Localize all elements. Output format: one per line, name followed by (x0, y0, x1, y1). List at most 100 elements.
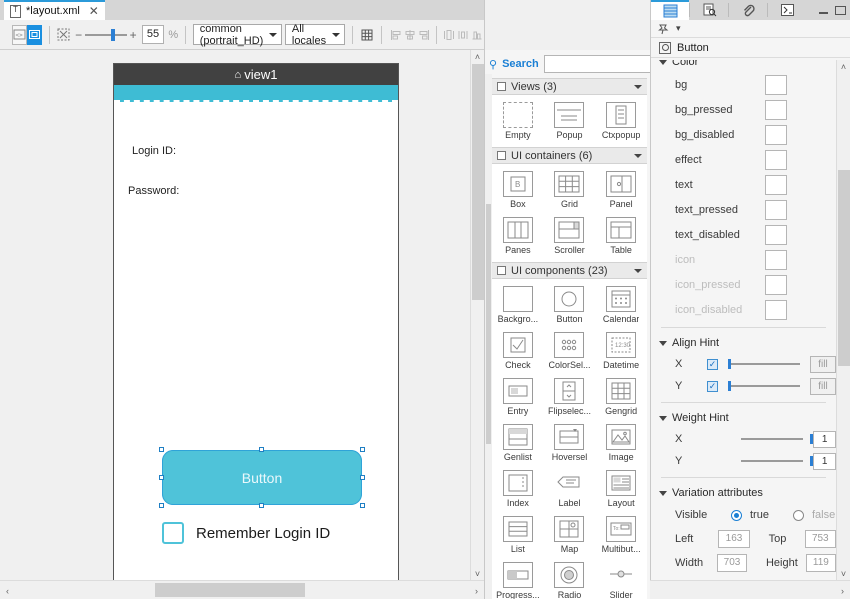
align-y-slider[interactable] (728, 385, 800, 387)
group-align-hint[interactable]: Align Hint (651, 333, 836, 353)
zoom-slider-knob[interactable] (111, 29, 115, 41)
design-view-button[interactable] (27, 25, 42, 45)
weight-x-slider[interactable] (741, 438, 803, 440)
width-input[interactable]: 703 (717, 554, 747, 572)
zoom-slider[interactable] (85, 34, 127, 36)
resize-handle-s[interactable] (259, 503, 264, 508)
palette-item-datetime[interactable]: 12:30 Datetime (595, 329, 647, 375)
resize-handle-nw[interactable] (159, 447, 164, 452)
palette-item-genlist[interactable]: Genlist (492, 421, 544, 467)
palette-item-progressbar[interactable]: Progress... (492, 559, 544, 599)
palette-section-ui-containers[interactable]: UI containers (6) (492, 147, 647, 164)
resize-handle-se[interactable] (360, 503, 365, 508)
visible-true-radio[interactable] (731, 510, 742, 521)
canvas-hscroll-thumb[interactable] (155, 583, 305, 597)
close-icon[interactable]: ✕ (89, 4, 99, 18)
properties-scroll-up-button[interactable]: ˄ (837, 60, 850, 73)
palette-item-gengrid[interactable]: Gengrid (595, 375, 647, 421)
palette-item-button[interactable]: Button (544, 283, 596, 329)
zoom-out-button[interactable]: − (75, 28, 82, 42)
properties-vscroll-thumb[interactable] (838, 170, 850, 366)
palette-item-layout[interactable]: Layout (595, 467, 647, 513)
left-input[interactable]: 163 (718, 530, 749, 548)
color-swatch-bg-pressed[interactable] (765, 100, 787, 120)
align-x-value[interactable]: fill (810, 356, 836, 373)
palette-item-radio[interactable]: Radio (544, 559, 596, 599)
group-weight-hint[interactable]: Weight Hint (651, 408, 836, 428)
profile-combo[interactable]: common (portrait_HD) (193, 24, 283, 45)
align-right-button[interactable] (417, 25, 431, 45)
group-color[interactable]: Color (651, 60, 836, 72)
align-x-slider[interactable] (728, 363, 800, 365)
palette-item-table[interactable]: Table (595, 214, 647, 260)
properties-horizontal-scrollbar[interactable]: › (650, 580, 850, 599)
editor-tab-layout-xml[interactable]: *layout.xml ✕ (4, 0, 105, 20)
palette-section-views[interactable]: Views (3) (492, 78, 647, 95)
tab-outline[interactable] (690, 0, 728, 20)
scroll-down-button[interactable]: ˅ (471, 567, 484, 580)
weight-x-slider-knob[interactable] (810, 434, 813, 444)
palette-item-panes[interactable]: Panes (492, 214, 544, 260)
canvas-button-selection[interactable]: Button (162, 450, 362, 505)
palette-item-background[interactable]: Backgro... (492, 283, 544, 329)
chevron-down-icon[interactable] (634, 85, 642, 89)
zoom-in-button[interactable]: + (130, 28, 137, 42)
palette-item-label[interactable]: Label (544, 467, 596, 513)
chevron-down-icon[interactable] (634, 154, 642, 158)
palette-item-list[interactable]: List (492, 513, 544, 559)
palette-vertical-scrollbar[interactable] (485, 74, 492, 599)
weight-y-value[interactable]: 1 (813, 453, 836, 470)
color-swatch-bg[interactable] (765, 75, 787, 95)
remember-login-checkbox[interactable] (162, 522, 184, 544)
tab-properties[interactable] (651, 0, 689, 20)
chevron-down-icon[interactable] (634, 269, 642, 273)
palette-item-image[interactable]: Image (595, 421, 647, 467)
palette-item-box[interactable]: B Box (492, 168, 544, 214)
palette-section-ui-components[interactable]: UI components (23) (492, 262, 647, 279)
palette-item-slider[interactable]: Slider (595, 559, 647, 599)
group-variation-attributes[interactable]: Variation attributes (651, 483, 836, 503)
tab-console[interactable] (768, 0, 806, 20)
canvas-vscroll-thumb[interactable] (472, 64, 484, 300)
canvas-horizontal-scrollbar[interactable]: ‹ › (0, 580, 484, 599)
resize-handle-ne[interactable] (360, 447, 365, 452)
palette-item-colorselector[interactable]: ColorSel... (544, 329, 596, 375)
device-preview[interactable]: ⌂ view1 Login ID: Password: Button (113, 63, 399, 580)
canvas-checkbox-row[interactable]: Remember Login ID (162, 522, 330, 544)
maximize-icon[interactable] (835, 6, 846, 15)
palette-item-flipselector[interactable]: Flipselec... (544, 375, 596, 421)
properties-scroll-right-button[interactable]: › (836, 584, 849, 597)
distribute-left-button[interactable] (442, 25, 456, 45)
palette-item-check[interactable]: Check (492, 329, 544, 375)
resize-handle-e[interactable] (360, 475, 365, 480)
chevron-down-icon[interactable] (659, 341, 667, 346)
align-x-slider-knob[interactable] (728, 359, 731, 369)
fit-to-screen-button[interactable] (56, 25, 71, 45)
weight-x-value[interactable]: 1 (813, 431, 836, 448)
color-swatch-text-disabled[interactable] (765, 225, 787, 245)
palette-item-panel[interactable]: Panel (595, 168, 647, 214)
chevron-down-icon[interactable] (659, 60, 667, 65)
properties-scroll-down-button[interactable]: ˅ (837, 567, 850, 580)
chevron-down-icon[interactable] (659, 416, 667, 421)
palette-item-scroller[interactable]: Scroller (544, 214, 596, 260)
palette-item-grid[interactable]: Grid (544, 168, 596, 214)
minimize-icon[interactable] (819, 7, 828, 14)
align-y-value[interactable]: fill (810, 378, 836, 395)
resize-handle-n[interactable] (259, 447, 264, 452)
resize-handle-sw[interactable] (159, 503, 164, 508)
color-swatch-bg-disabled[interactable] (765, 125, 787, 145)
palette-item-entry[interactable]: Entry (492, 375, 544, 421)
palette-item-ctxpopup[interactable]: Ctxpopup (595, 99, 647, 145)
code-view-button[interactable]: <> (12, 25, 27, 45)
palette-item-popup[interactable]: Popup (544, 99, 596, 145)
chevron-down-icon[interactable] (659, 491, 667, 496)
align-left-button[interactable] (389, 25, 403, 45)
zoom-value-input[interactable]: 55 (142, 25, 165, 44)
tab-attachments[interactable] (729, 0, 767, 20)
palette-item-empty[interactable]: Empty (492, 99, 544, 145)
distribute-center-button[interactable] (456, 25, 470, 45)
canvas-vertical-scrollbar[interactable]: ˄ ˅ (470, 50, 484, 580)
locale-combo[interactable]: All locales (285, 24, 345, 45)
align-x-checkbox[interactable]: ✓ (707, 359, 718, 370)
